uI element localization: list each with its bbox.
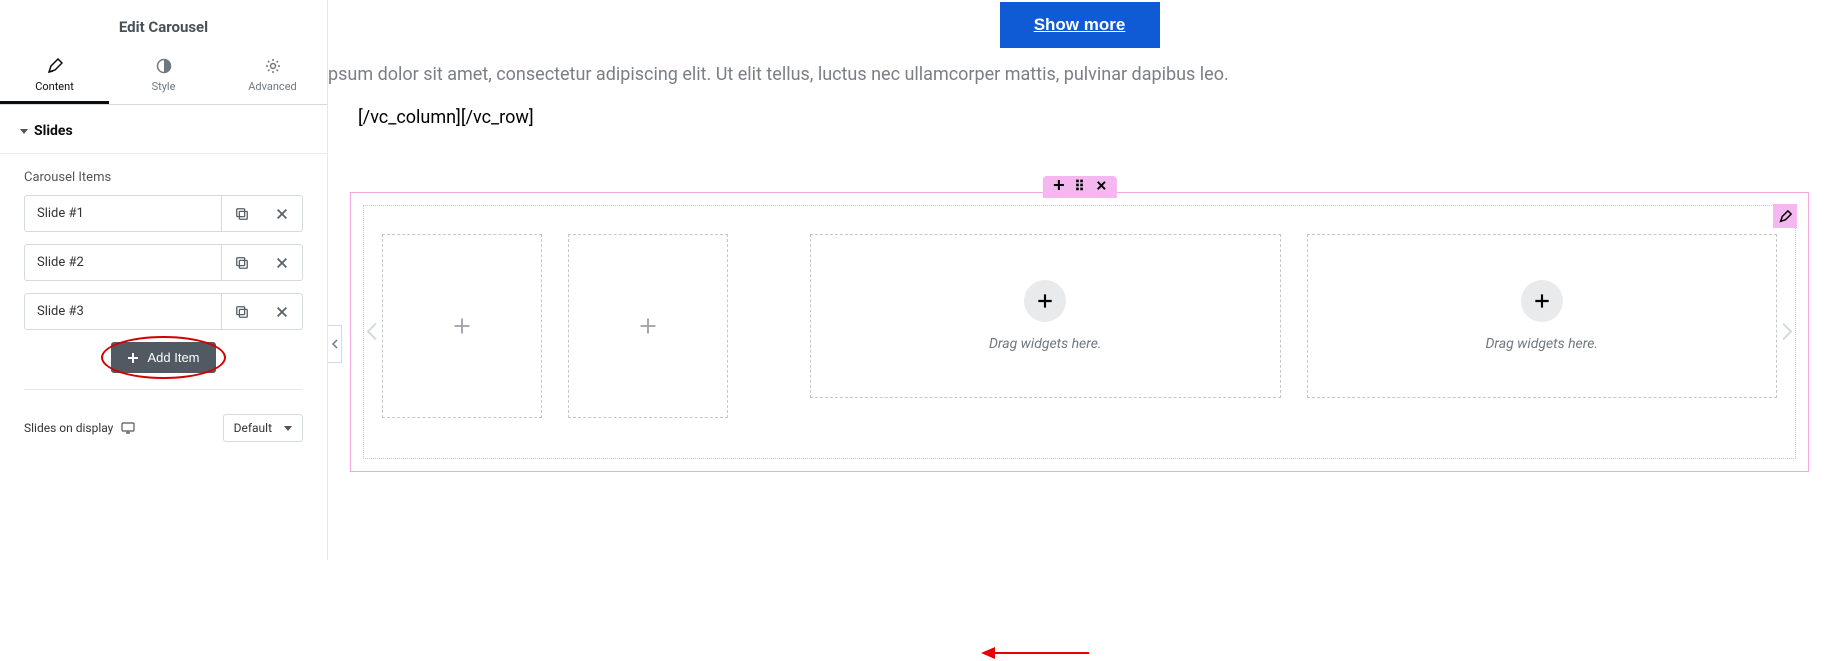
edit-section-button[interactable]	[1773, 204, 1797, 228]
section-body: Carousel Items Slide #1 Slide #2 Slide #…	[0, 154, 327, 400]
caret-down-icon	[20, 129, 28, 134]
carousel-item-label[interactable]: Slide #3	[25, 294, 222, 329]
widget-drop-zone[interactable]: Drag widgets here.	[810, 234, 1281, 398]
delete-button[interactable]	[262, 294, 302, 329]
plus-icon	[1037, 293, 1053, 309]
slide-placeholder[interactable]	[382, 234, 542, 418]
slides-on-display-select[interactable]: Default	[223, 414, 303, 442]
carousel-inner: Drag widgets here. Drag widgets here.	[363, 205, 1796, 459]
desktop-icon[interactable]	[121, 422, 135, 434]
close-icon	[1096, 180, 1107, 191]
tab-advanced-label: Advanced	[248, 80, 296, 93]
pencil-icon	[1779, 210, 1792, 223]
annotation-arrow	[981, 645, 1091, 661]
show-more-button[interactable]: Show more	[1000, 2, 1160, 48]
tab-advanced[interactable]: Advanced	[218, 50, 327, 104]
carousel-item-row[interactable]: Slide #2	[24, 244, 303, 281]
copy-icon	[235, 207, 249, 221]
pencil-icon	[47, 58, 63, 74]
section-add-button[interactable]	[1052, 179, 1064, 195]
plus-icon	[639, 317, 657, 335]
section-header-label: Slides	[34, 123, 73, 139]
plus-icon	[127, 352, 139, 364]
add-widget-button[interactable]	[1024, 280, 1066, 322]
carousel-item-label[interactable]: Slide #2	[25, 245, 222, 280]
carousel-item-label[interactable]: Slide #1	[25, 196, 222, 231]
carousel-items-label: Carousel Items	[24, 170, 303, 185]
contrast-icon	[156, 58, 172, 74]
copy-icon	[235, 305, 249, 319]
add-widget-button[interactable]	[1521, 280, 1563, 322]
duplicate-button[interactable]	[222, 196, 262, 231]
duplicate-button[interactable]	[222, 245, 262, 280]
chevron-right-icon	[1781, 322, 1793, 342]
section-close-button[interactable]	[1096, 179, 1107, 195]
tab-content-label: Content	[35, 80, 74, 93]
tabs: Content Style Advanced	[0, 50, 327, 105]
carousel-next-button[interactable]	[1775, 310, 1799, 355]
section-handle: ⠿	[1042, 176, 1116, 198]
close-icon	[275, 305, 289, 319]
section-drag-handle[interactable]: ⠿	[1074, 179, 1085, 195]
editor-canvas: Show more psum dolor sit amet, consectet…	[330, 0, 1829, 560]
gear-icon	[265, 58, 281, 74]
chevron-left-icon	[366, 322, 378, 342]
tab-style[interactable]: Style	[109, 50, 218, 104]
add-item-label: Add Item	[147, 350, 199, 365]
carousel-item-row[interactable]: Slide #3	[24, 293, 303, 330]
lorem-text: psum dolor sit amet, consectetur adipisc…	[328, 60, 1829, 89]
editor-sidebar: Edit Carousel Content Style Advanced Sli…	[0, 0, 328, 560]
chevron-down-icon	[284, 426, 292, 431]
select-value: Default	[234, 421, 272, 435]
add-item-button[interactable]: Add Item	[111, 342, 215, 373]
section-header-slides[interactable]: Slides	[0, 105, 327, 154]
delete-button[interactable]	[262, 196, 302, 231]
tab-style-label: Style	[152, 80, 176, 93]
slides-on-display-control: Slides on display Default	[0, 400, 327, 456]
carousel-item-row[interactable]: Slide #1	[24, 195, 303, 232]
plus-icon	[1534, 293, 1550, 309]
plus-icon	[1052, 179, 1064, 191]
slides-on-display-label: Slides on display	[24, 421, 113, 435]
copy-icon	[235, 256, 249, 270]
delete-button[interactable]	[262, 245, 302, 280]
duplicate-button[interactable]	[222, 294, 262, 329]
close-icon	[275, 256, 289, 270]
panel-title: Edit Carousel	[0, 0, 327, 50]
drop-zone-label: Drag widgets here.	[1485, 336, 1598, 352]
tab-content[interactable]: Content	[0, 50, 109, 104]
drop-zone-label: Drag widgets here.	[989, 336, 1102, 352]
carousel-section[interactable]: ⠿	[350, 192, 1809, 472]
carousel-prev-button[interactable]	[360, 310, 384, 355]
close-icon	[275, 207, 289, 221]
widget-drop-zone[interactable]: Drag widgets here.	[1307, 234, 1778, 398]
slide-placeholder[interactable]	[568, 234, 728, 418]
shortcode-text: [/vc_column][/vc_row]	[358, 107, 1829, 128]
plus-icon	[453, 317, 471, 335]
